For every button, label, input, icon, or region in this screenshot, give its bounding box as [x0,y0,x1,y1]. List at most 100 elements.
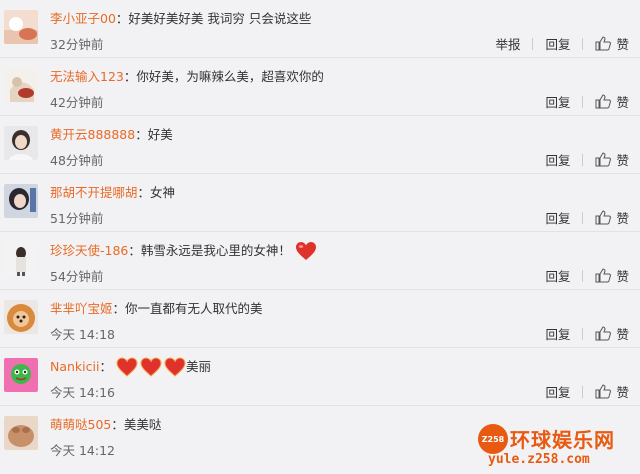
divider [582,327,584,340]
thumbs-up-icon [595,36,612,51]
like-button[interactable]: 赞 [593,208,631,227]
username-link[interactable]: 李小亚子00 [50,9,116,29]
comment-line: 萌萌哒505：美美哒 [50,415,161,435]
username-link[interactable]: 珍珍天使-186 [50,241,128,261]
comment-time: 42分钟前 [50,95,104,110]
thumbs-up-icon [595,326,612,341]
reply-button[interactable]: 回复 [543,324,572,343]
thumbs-up-icon [595,94,612,109]
comment-time: 今天 14:16 [50,385,115,400]
thumbs-up-icon [595,268,612,283]
comment-text: 女神 [150,185,176,200]
comment-line: Nankicii： 美丽 [50,357,211,377]
separator: ： [115,11,129,26]
comment-row: 无法输入123：你好美，为嘛辣么美，超喜欢你的 42分钟前 回复 赞 [0,58,640,116]
avatar[interactable] [4,242,38,276]
like-label: 赞 [616,385,629,400]
comment-row: 那胡不开提哪胡：女神 51分钟前 回复 赞 [0,174,640,232]
separator: ： [112,301,126,316]
divider [582,269,584,282]
comment-text: 好美 [147,127,173,142]
comment-line: 那胡不开提哪胡：女神 [50,183,175,203]
comment-row: 李小亚子00：好美好美好美 我词穷 只会说这些 32分钟前 举报 回复 赞 [0,0,640,58]
comment-text: 好美好美好美 我词穷 只会说这些 [128,11,312,26]
comment-actions: 回复 赞 [543,208,631,227]
reply-button[interactable]: 回复 [543,266,572,285]
reply-button[interactable]: 回复 [543,208,572,227]
comment-row: 珍珍天使-186：韩雪永远是我心里的女神！ 54分钟前 回复 赞 [0,232,640,290]
divider [582,37,584,50]
like-button[interactable]: 赞 [593,382,631,401]
avatar[interactable] [4,300,38,334]
divider [582,153,584,166]
avatar[interactable] [4,68,38,102]
separator: ： [137,185,151,200]
thumbs-up-icon [595,152,612,167]
comment-time: 48分钟前 [50,153,104,168]
like-label: 赞 [616,95,629,110]
comment-row: 芈芈吖宝姬：你一直都有无人取代的美 今天 14:18 回复 赞 [0,290,640,348]
comment-text: 你一直都有无人取代的美 [125,301,263,316]
separator: ： [128,243,141,258]
comment-row: 黄开云888888：好美 48分钟前 回复 赞 [0,116,640,174]
reply-button[interactable]: 回复 [543,34,572,53]
avatar[interactable] [4,184,38,218]
comment-line: 李小亚子00：好美好美好美 我词穷 只会说这些 [50,9,311,29]
separator: ： [135,127,148,142]
comment-time: 51分钟前 [50,211,104,226]
comment-text: 美丽 [185,359,211,374]
thumbs-up-icon [595,210,612,225]
comment-line: 无法输入123：你好美，为嘛辣么美，超喜欢你的 [50,67,324,87]
comment-time: 今天 14:18 [50,327,115,342]
comment-text: 美美哒 [123,417,162,432]
heart-emoji-icon [116,357,138,377]
like-button[interactable]: 赞 [593,34,631,53]
comment-line: 珍珍天使-186：韩雪永远是我心里的女神！ [50,241,317,261]
comment-actions: 回复 赞 [543,150,631,169]
separator: ： [99,359,112,374]
reply-button[interactable]: 回复 [543,382,572,401]
separator: ： [111,417,124,432]
watermark-badge: Z258 [478,424,508,454]
comment-text: 你好美，为嘛辣么美，超喜欢你的 [136,69,324,84]
like-button[interactable]: 赞 [593,324,631,343]
report-button[interactable]: 举报 [493,34,522,53]
watermark-title: 环球娱乐网 [510,428,615,452]
like-label: 赞 [616,211,629,226]
divider [582,385,584,398]
reply-button[interactable]: 回复 [543,150,572,169]
comment-row: Nankicii： 美丽 今天 14:16 回复 赞 [0,348,640,406]
site-watermark: Z258 环球娱乐网 yule.z258.com [478,424,636,472]
username-link[interactable]: 芈芈吖宝姬 [50,299,113,319]
username-link[interactable]: Nankicii [50,357,99,377]
avatar[interactable] [4,126,38,160]
watermark-url: yule.z258.com [488,452,590,467]
avatar[interactable] [4,358,38,392]
username-link[interactable]: 那胡不开提哪胡 [50,183,138,203]
avatar[interactable] [4,416,38,450]
comment-text: 韩雪永远是我心里的女神！ [140,243,291,258]
comment-actions: 举报 回复 赞 [493,34,631,53]
username-link[interactable]: 萌萌哒505 [50,415,111,435]
like-label: 赞 [616,37,629,52]
comment-time: 今天 14:12 [50,443,115,458]
like-button[interactable]: 赞 [593,266,631,285]
reply-button[interactable]: 回复 [543,92,572,111]
like-button[interactable]: 赞 [593,92,631,111]
comment-line: 芈芈吖宝姬：你一直都有无人取代的美 [50,299,263,319]
like-label: 赞 [616,153,629,168]
comment-actions: 回复 赞 [543,324,631,343]
username-link[interactable]: 黄开云888888 [50,125,135,145]
comment-actions: 回复 赞 [543,266,631,285]
heart-emoji-icon [140,357,162,377]
comment-time: 54分钟前 [50,269,104,284]
comment-list: 李小亚子00：好美好美好美 我词穷 只会说这些 32分钟前 举报 回复 赞 无法… [0,0,640,474]
like-button[interactable]: 赞 [593,150,631,169]
thumbs-up-icon [595,384,612,399]
avatar[interactable] [4,10,38,44]
divider [582,211,584,224]
like-label: 赞 [616,327,629,342]
separator: ： [123,69,137,84]
like-label: 赞 [616,269,629,284]
username-link[interactable]: 无法输入123 [50,67,124,87]
